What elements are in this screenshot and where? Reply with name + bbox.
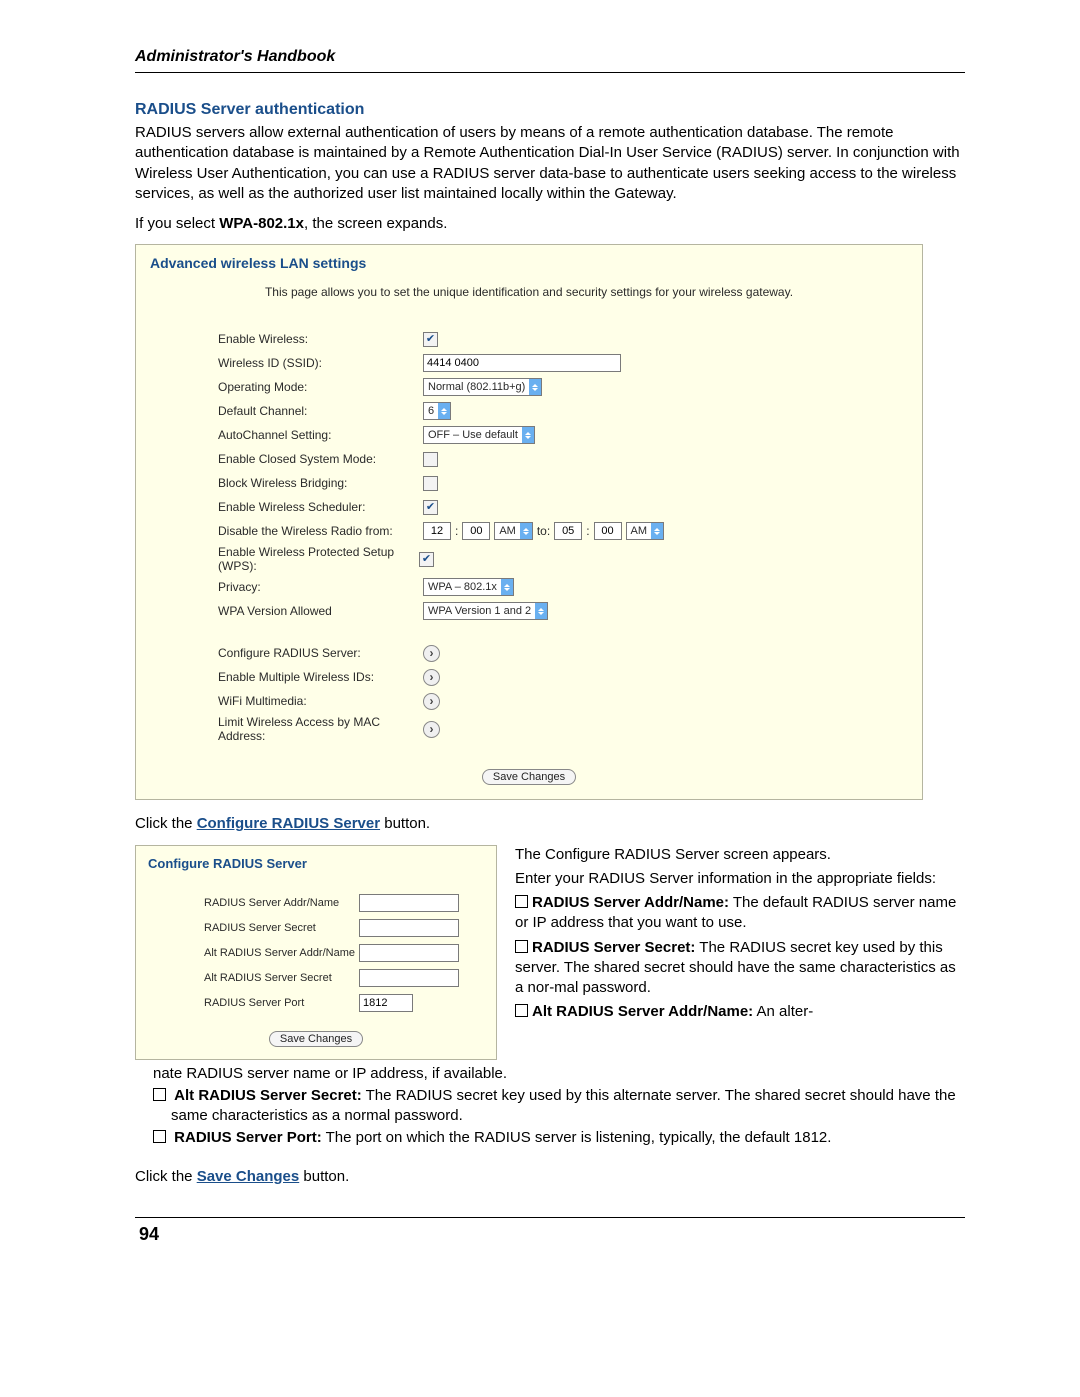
chevron-updown-icon [438, 403, 450, 419]
rule-top [135, 72, 965, 73]
from-hour-input[interactable] [423, 522, 451, 540]
wmm-label: WiFi Multimedia: [218, 694, 423, 708]
click-save-line: Click the Save Changes button. [135, 1167, 965, 1187]
configure-radius-panel: Configure RADIUS Server RADIUS Server Ad… [135, 845, 497, 1060]
chevron-updown-icon [501, 579, 513, 595]
configure-radius-label: Configure RADIUS Server: [218, 646, 423, 660]
operating-mode-value: Normal (802.11b+g) [428, 381, 529, 393]
select-prefix: If you select [135, 215, 219, 232]
bullet-icon [153, 1088, 166, 1101]
save-changes-link[interactable]: Save Changes [197, 1168, 300, 1185]
default-channel-select[interactable]: 6 [423, 402, 451, 420]
privacy-select[interactable]: WPA – 802.1x [423, 578, 514, 596]
bullet-secret: RADIUS Server Secret: The RADIUS secret … [515, 938, 965, 999]
bullet-alt-secret: Alt RADIUS Server Secret: The RADIUS sec… [135, 1086, 965, 1127]
cont-line1: nate RADIUS server name or IP address, i… [135, 1064, 965, 1084]
radius-addr-label: RADIUS Server Addr/Name [204, 897, 359, 909]
bullet-icon [515, 895, 528, 908]
wps-checkbox[interactable] [419, 552, 434, 567]
chevron-updown-icon [535, 603, 547, 619]
scheduler-label: Enable Wireless Scheduler: [218, 500, 423, 514]
radius-port-label: RADIUS Server Port [204, 997, 359, 1009]
from-ampm-select[interactable]: AM [494, 522, 533, 540]
privacy-value: WPA – 802.1x [428, 581, 501, 593]
wps-label: Enable Wireless Protected Setup (WPS): [218, 545, 423, 573]
wireless-settings-panel: Advanced wireless LAN settings This page… [135, 244, 923, 800]
alt-secret-label: Alt RADIUS Server Secret [204, 972, 359, 984]
right-line2: Enter your RADIUS Server information in … [515, 869, 965, 889]
wpa-version-select[interactable]: WPA Version 1 and 2 [423, 602, 548, 620]
bullet-icon [153, 1130, 166, 1143]
disable-from-label: Disable the Wireless Radio from: [218, 524, 423, 538]
configure-radius-button[interactable] [423, 645, 440, 662]
from-min-input[interactable] [462, 522, 490, 540]
panel1-title: Advanced wireless LAN settings [150, 255, 908, 271]
alt-secret-input[interactable] [359, 969, 459, 987]
radius-secret-input[interactable] [359, 919, 459, 937]
bullet-port: RADIUS Server Port: The port on which th… [135, 1128, 965, 1148]
autochannel-value: OFF – Use default [428, 429, 522, 441]
radius-secret-label: RADIUS Server Secret [204, 922, 359, 934]
page-number: 94 [135, 1224, 965, 1245]
radius-port-input[interactable] [359, 994, 413, 1012]
click-configure-line: Click the Configure RADIUS Server button… [135, 814, 965, 834]
wpa-version-label: WPA Version Allowed [218, 604, 423, 618]
chevron-updown-icon [520, 523, 532, 539]
scheduler-checkbox[interactable] [423, 500, 438, 515]
book-title: Administrator's Handbook [135, 48, 965, 66]
right-line1: The Configure RADIUS Server screen appea… [515, 845, 965, 865]
wmm-button[interactable] [423, 693, 440, 710]
operating-mode-select[interactable]: Normal (802.11b+g) [423, 378, 542, 396]
chevron-updown-icon [529, 379, 541, 395]
mac-limit-label: Limit Wireless Access by MAC Address: [218, 715, 423, 743]
intro-paragraph: RADIUS servers allow external authentica… [135, 123, 965, 204]
default-channel-label: Default Channel: [218, 404, 423, 418]
enable-wireless-checkbox[interactable] [423, 332, 438, 347]
autochannel-select[interactable]: OFF – Use default [423, 426, 535, 444]
to-ampm-select[interactable]: AM [626, 522, 665, 540]
closed-system-checkbox[interactable] [423, 452, 438, 467]
alt-addr-input[interactable] [359, 944, 459, 962]
select-mode: WPA-802.1x [219, 215, 304, 232]
multi-ssid-button[interactable] [423, 669, 440, 686]
chevron-updown-icon [651, 523, 663, 539]
bullet-icon [515, 940, 528, 953]
ssid-input[interactable] [423, 354, 621, 372]
rule-bottom [135, 1217, 965, 1218]
bullet-addr: RADIUS Server Addr/Name: The default RAD… [515, 893, 965, 934]
alt-addr-label: Alt RADIUS Server Addr/Name [204, 947, 359, 959]
select-line: If you select WPA-802.1x, the screen exp… [135, 214, 965, 234]
multi-ssid-label: Enable Multiple Wireless IDs: [218, 670, 423, 684]
ssid-label: Wireless ID (SSID): [218, 356, 423, 370]
closed-system-label: Enable Closed System Mode: [218, 452, 423, 466]
block-bridging-checkbox[interactable] [423, 476, 438, 491]
block-bridging-label: Block Wireless Bridging: [218, 476, 423, 490]
to-label: to: [537, 524, 550, 538]
panel1-subtitle: This page allows you to set the unique i… [150, 285, 908, 299]
enable-wireless-label: Enable Wireless: [218, 332, 423, 346]
select-suffix: , the screen expands. [304, 215, 447, 232]
bullet-icon [515, 1004, 528, 1017]
mac-limit-button[interactable] [423, 721, 440, 738]
save-changes-button[interactable]: Save Changes [482, 769, 576, 785]
default-channel-value: 6 [428, 405, 438, 417]
section-heading: RADIUS Server authentication [135, 101, 965, 119]
configure-radius-link[interactable]: Configure RADIUS Server [197, 815, 380, 832]
to-min-input[interactable] [594, 522, 622, 540]
autochannel-label: AutoChannel Setting: [218, 428, 423, 442]
wpa-version-value: WPA Version 1 and 2 [428, 605, 535, 617]
privacy-label: Privacy: [218, 580, 423, 594]
save-changes-button-2[interactable]: Save Changes [269, 1031, 363, 1047]
chevron-updown-icon [522, 427, 534, 443]
to-hour-input[interactable] [554, 522, 582, 540]
panel2-title: Configure RADIUS Server [148, 856, 484, 871]
operating-mode-label: Operating Mode: [218, 380, 423, 394]
radius-addr-input[interactable] [359, 894, 459, 912]
bullet-alt-addr: Alt RADIUS Server Addr/Name: An alter- [515, 1002, 965, 1022]
right-text: The Configure RADIUS Server screen appea… [515, 845, 965, 1027]
